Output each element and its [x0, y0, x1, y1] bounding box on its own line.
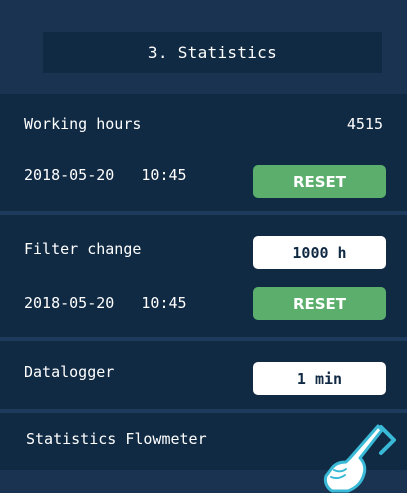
page-title-text: 3. Statistics — [147, 43, 278, 62]
datalogger-label: Datalogger — [24, 363, 115, 381]
header: 3. Statistics — [0, 0, 407, 94]
working-hours-date: 2018-05-20 — [24, 166, 115, 184]
filter-change-section: Filter change 1000 h 2018-05-20 10:45 RE… — [0, 215, 407, 337]
working-hours-reset-label: RESET — [292, 172, 347, 191]
filter-change-reset-button[interactable]: RESET — [253, 287, 386, 320]
working-hours-time: 10:45 — [141, 166, 187, 184]
filter-interval-field[interactable]: 1000 h — [253, 236, 386, 269]
filter-change-label: Filter change — [24, 240, 142, 258]
datalogger-section: Datalogger 1 min — [0, 341, 407, 409]
page-title: 3. Statistics — [43, 32, 382, 73]
filter-change-reset-date: 2018-05-20 10:45 — [24, 294, 187, 312]
working-hours-value: 4515 — [346, 115, 383, 133]
filter-change-time: 10:45 — [141, 294, 187, 312]
filter-change-date: 2018-05-20 — [24, 294, 115, 312]
working-hours-section: Working hours 4515 2018-05-20 10:45 RESE… — [0, 94, 407, 211]
hand-pointer-icon — [323, 424, 384, 493]
flowmeter-label: Statistics Flowmeter — [26, 430, 207, 448]
working-hours-label: Working hours — [24, 115, 142, 133]
filter-interval-value: 1000 h — [292, 243, 347, 262]
working-hours-reset-button[interactable]: RESET — [253, 165, 386, 198]
working-hours-reset-date: 2018-05-20 10:45 — [24, 166, 187, 184]
datalogger-interval-value: 1 min — [296, 369, 343, 388]
filter-change-reset-label: RESET — [292, 294, 347, 313]
datalogger-interval-field[interactable]: 1 min — [253, 362, 386, 395]
